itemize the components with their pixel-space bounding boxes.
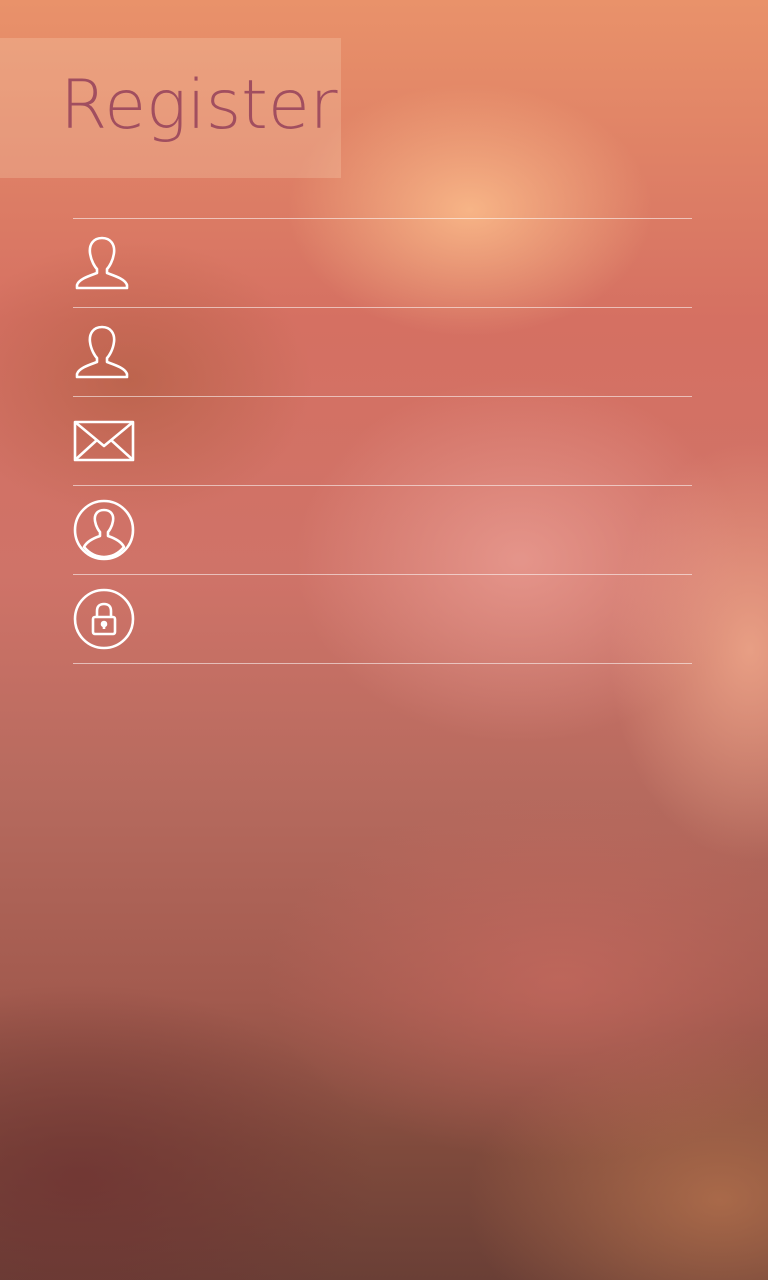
last-name-row xyxy=(73,308,692,396)
divider xyxy=(73,663,692,664)
username-input[interactable] xyxy=(163,500,687,562)
email-row xyxy=(73,397,692,485)
envelope-icon xyxy=(73,410,135,472)
password-input[interactable] xyxy=(163,589,687,651)
username-row xyxy=(73,486,692,574)
user-icon xyxy=(73,321,135,383)
lock-circle-icon xyxy=(73,588,135,650)
email-input[interactable] xyxy=(163,411,687,473)
first-name-input[interactable] xyxy=(163,233,687,295)
password-row xyxy=(73,575,692,663)
user-icon xyxy=(73,232,135,294)
last-name-input[interactable] xyxy=(163,322,687,384)
page-title: Register xyxy=(60,66,338,145)
first-name-row xyxy=(73,219,692,307)
register-form xyxy=(73,218,692,664)
user-circle-icon xyxy=(73,499,135,561)
